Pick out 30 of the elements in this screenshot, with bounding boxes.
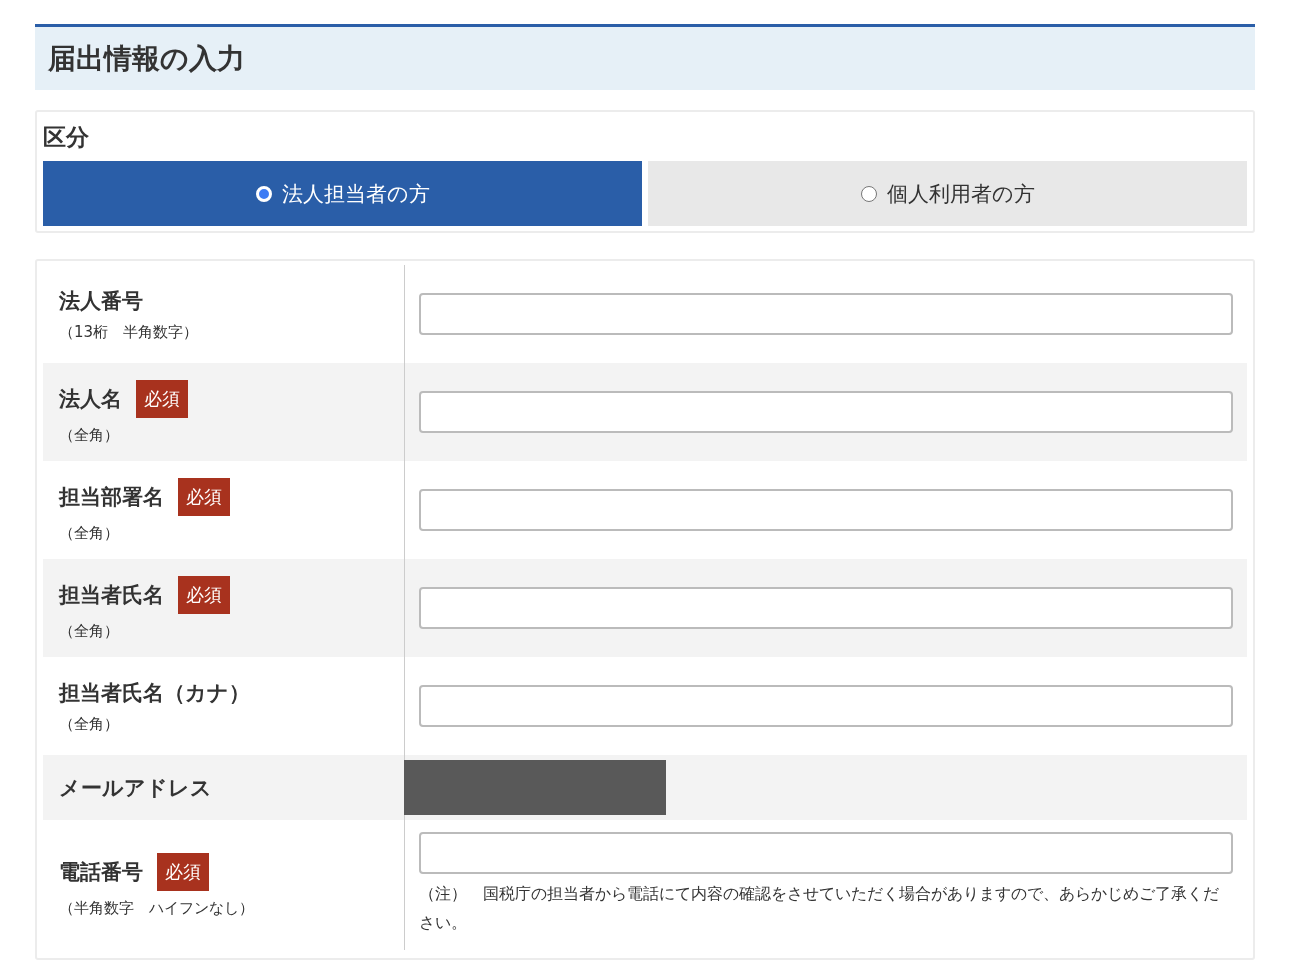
field-hint: （全角） xyxy=(59,425,120,445)
field-hint: （13桁 半角数字） xyxy=(59,322,200,342)
radio-icon xyxy=(255,185,272,202)
field-hint: （半角数字 ハイフンなし） xyxy=(59,898,255,918)
category-option[interactable]: 個人利用者の方 xyxy=(648,161,1247,226)
category-option[interactable]: 法人担当者の方 xyxy=(43,161,642,226)
field-hint: （全角） xyxy=(59,621,120,641)
field-label: 担当者氏名 xyxy=(59,581,164,609)
radio-icon xyxy=(860,185,877,202)
required-badge: 必須 xyxy=(136,379,188,418)
input-field[interactable] xyxy=(419,489,1233,531)
input-field[interactable] xyxy=(419,293,1233,335)
input-field[interactable] xyxy=(419,832,1233,874)
field-hint: （全角） xyxy=(59,523,120,543)
field-label: メールアドレス xyxy=(59,774,212,802)
field-label: 担当部署名 xyxy=(59,483,164,511)
required-badge: 必須 xyxy=(178,477,230,516)
field-label: 担当者氏名（カナ） xyxy=(59,679,250,707)
field-note: （注） 国税庁の担当者から電話にて内容の確認をさせていただく場合がありますので、あらかじめご了承ください。 xyxy=(419,884,1220,934)
category-label: 区分 xyxy=(43,123,89,152)
input-field[interactable] xyxy=(419,685,1233,727)
section-title: 届出情報の入力 xyxy=(35,24,1255,90)
field-label: 法人番号 xyxy=(59,287,143,315)
input-field[interactable] xyxy=(419,391,1233,433)
input-field[interactable] xyxy=(419,587,1233,629)
required-badge: 必須 xyxy=(157,852,209,891)
field-label: 電話番号 xyxy=(59,858,143,886)
field-hint: （全角） xyxy=(59,714,120,734)
field-label: 法人名 xyxy=(59,385,122,413)
required-badge: 必須 xyxy=(178,575,230,614)
